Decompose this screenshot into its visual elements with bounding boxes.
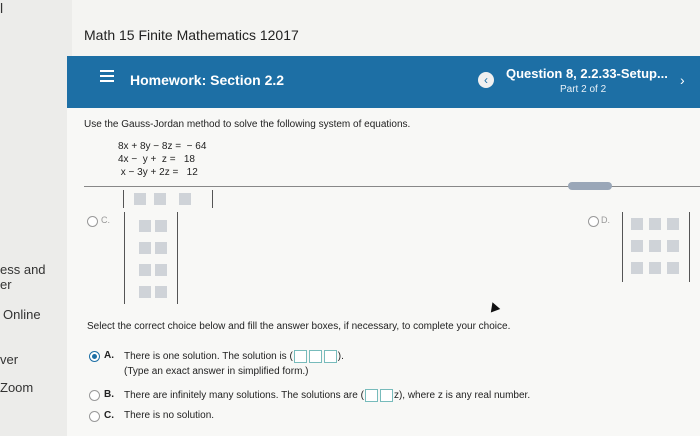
matrix-cell [649, 262, 661, 274]
matrix-option-c-radio[interactable] [87, 216, 98, 227]
matrix-cell [649, 218, 661, 230]
homework-label[interactable]: Homework: Section 2.2 [130, 72, 284, 88]
matrix-cell [155, 220, 167, 232]
sidebar: l ess and er Online ver Zoom [0, 0, 72, 436]
matrix-top-row [123, 190, 213, 208]
question-title[interactable]: Question 8, 2.2.33-Setup... [506, 66, 676, 81]
matrix-option-c[interactable] [124, 212, 178, 304]
choice-b-text-after: z), where z is any real number. [393, 390, 531, 402]
answer-box-b1[interactable] [364, 389, 378, 402]
choice-a-text-before: There is one solution. The solution is ( [124, 351, 293, 363]
matrix-cell [631, 240, 643, 252]
matrix-cell [155, 286, 167, 298]
matrix-cell [139, 286, 151, 298]
matrix-option-c-label: C. [101, 215, 110, 225]
answer-box-y[interactable] [308, 350, 322, 363]
matrix-cell [154, 193, 166, 205]
matrix-cell [139, 242, 151, 254]
choice-b-radio[interactable] [89, 390, 100, 401]
sidebar-item-online[interactable]: Online [3, 307, 41, 322]
matrix-cell [667, 240, 679, 252]
previous-question-button[interactable]: ‹ [478, 72, 494, 88]
sidebar-item-zoom[interactable]: Zoom [0, 380, 33, 395]
matrix-cell [139, 264, 151, 276]
sidebar-mark: l [0, 0, 4, 16]
answer-box-b2[interactable] [379, 389, 393, 402]
answer-box-x[interactable] [293, 350, 307, 363]
choice-a-radio[interactable] [89, 351, 100, 362]
matrix-cell [179, 193, 191, 205]
matrix-cell [155, 264, 167, 276]
choice-c-letter: C. [104, 410, 114, 421]
matrix-cell [134, 193, 146, 205]
matrix-cell [155, 242, 167, 254]
matrix-cell [667, 262, 679, 274]
matrix-cell [631, 218, 643, 230]
sidebar-item-2[interactable]: er [0, 277, 12, 292]
choice-c-radio[interactable] [89, 411, 100, 422]
course-title: Math 15 Finite Mathematics 12017 [84, 27, 299, 43]
sidebar-item-4[interactable]: ver [0, 352, 18, 367]
menu-icon[interactable] [100, 70, 114, 82]
equation-1: 8x + 8y − 8z = − 64 [118, 141, 207, 152]
choice-a-text-after: ). [337, 351, 344, 363]
choice-a-letter: A. [104, 350, 114, 361]
matrix-cell [139, 220, 151, 232]
choice-b-text: There are infinitely many solutions. The… [124, 389, 530, 402]
matrix-cell [667, 218, 679, 230]
equation-2: 4x − y + z = 18 [118, 154, 195, 165]
next-question-button[interactable]: › [680, 72, 696, 88]
problem-instruction: Use the Gauss-Jordan method to solve the… [84, 119, 411, 130]
sidebar-item-1[interactable]: ess and [0, 262, 46, 277]
choice-a-text: There is one solution. The solution is (… [124, 350, 344, 363]
equation-3: x − 3y + 2z = 12 [118, 167, 198, 178]
expand-more-button[interactable] [568, 182, 612, 190]
choice-b-letter: B. [104, 389, 114, 400]
choice-prompt: Select the correct choice below and fill… [87, 321, 511, 332]
matrix-option-d-label: D. [601, 215, 610, 225]
question-part: Part 2 of 2 [560, 84, 607, 95]
choice-c-text: There is no solution. [124, 410, 215, 421]
answer-box-z[interactable] [323, 350, 337, 363]
matrix-option-d[interactable] [622, 212, 690, 282]
matrix-cell [631, 262, 643, 274]
choice-a-note: (Type an exact answer in simplified form… [124, 366, 309, 377]
matrix-cell [649, 240, 661, 252]
matrix-option-d-radio[interactable] [588, 216, 599, 227]
choice-b-text-before: There are infinitely many solutions. The… [124, 390, 364, 402]
